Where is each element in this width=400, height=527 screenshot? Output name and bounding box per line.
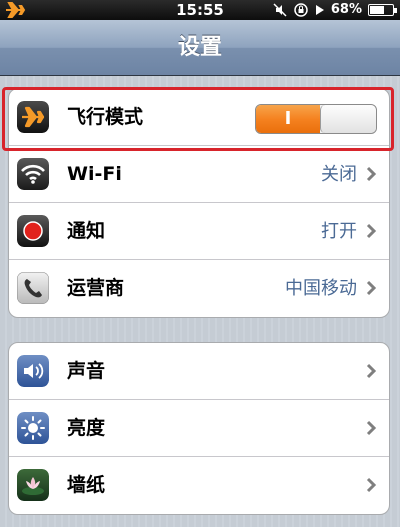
row-label: 亮度 [67,417,106,439]
notification-icon [17,215,49,247]
brightness-icon [17,412,49,444]
nav-bar: 设置 [0,20,400,76]
row-label: Wi-Fi [67,163,122,185]
row-carrier[interactable]: 运营商 中国移动 [9,260,389,317]
row-label: 飞行模式 [67,106,144,128]
battery-percent: 68% [330,2,362,17]
row-airplane-mode: 飞行模式 I [9,89,389,146]
wifi-icon [17,158,49,190]
toggle-knob[interactable] [320,105,376,133]
speaker-icon [17,355,49,387]
mute-icon [273,2,287,17]
airplane-icon [17,101,49,133]
chevron-right-icon [366,166,377,182]
phone-icon [17,272,49,304]
page-title: 设置 [177,35,222,60]
chevron-right-icon [366,420,377,436]
chevron-right-icon [366,477,377,493]
toggle-on-label: I [256,105,320,133]
status-bar: 15:55 68% [0,0,400,20]
battery-icon [368,3,397,16]
row-label: 运营商 [67,277,125,299]
row-label: 声音 [67,360,106,382]
wallpaper-icon [17,469,49,501]
chevron-right-icon [366,280,377,296]
row-sounds[interactable]: 声音 [9,343,389,400]
row-wallpaper[interactable]: 墙纸 [9,457,389,514]
row-label: 墙纸 [67,474,106,496]
settings-group-2: 声音 亮度 墙纸 [8,342,390,515]
row-notifications[interactable]: 通知 打开 [9,203,389,260]
row-value: 中国移动 [285,278,357,299]
settings-group-1: 飞行模式 I Wi-Fi 关闭 通知 打开 运营商 中国移动 [8,88,390,318]
airplane-mode-toggle[interactable]: I [255,104,377,134]
battery-fill [370,5,384,14]
row-brightness[interactable]: 亮度 [9,400,389,457]
row-value: 关闭 [321,164,357,185]
row-wifi[interactable]: Wi-Fi 关闭 [9,146,389,203]
chevron-right-icon [366,363,377,379]
chevron-right-icon [366,223,377,239]
rotation-lock-icon [293,2,309,17]
play-icon [315,4,325,16]
row-label: 通知 [67,220,106,242]
row-value: 打开 [321,221,357,242]
